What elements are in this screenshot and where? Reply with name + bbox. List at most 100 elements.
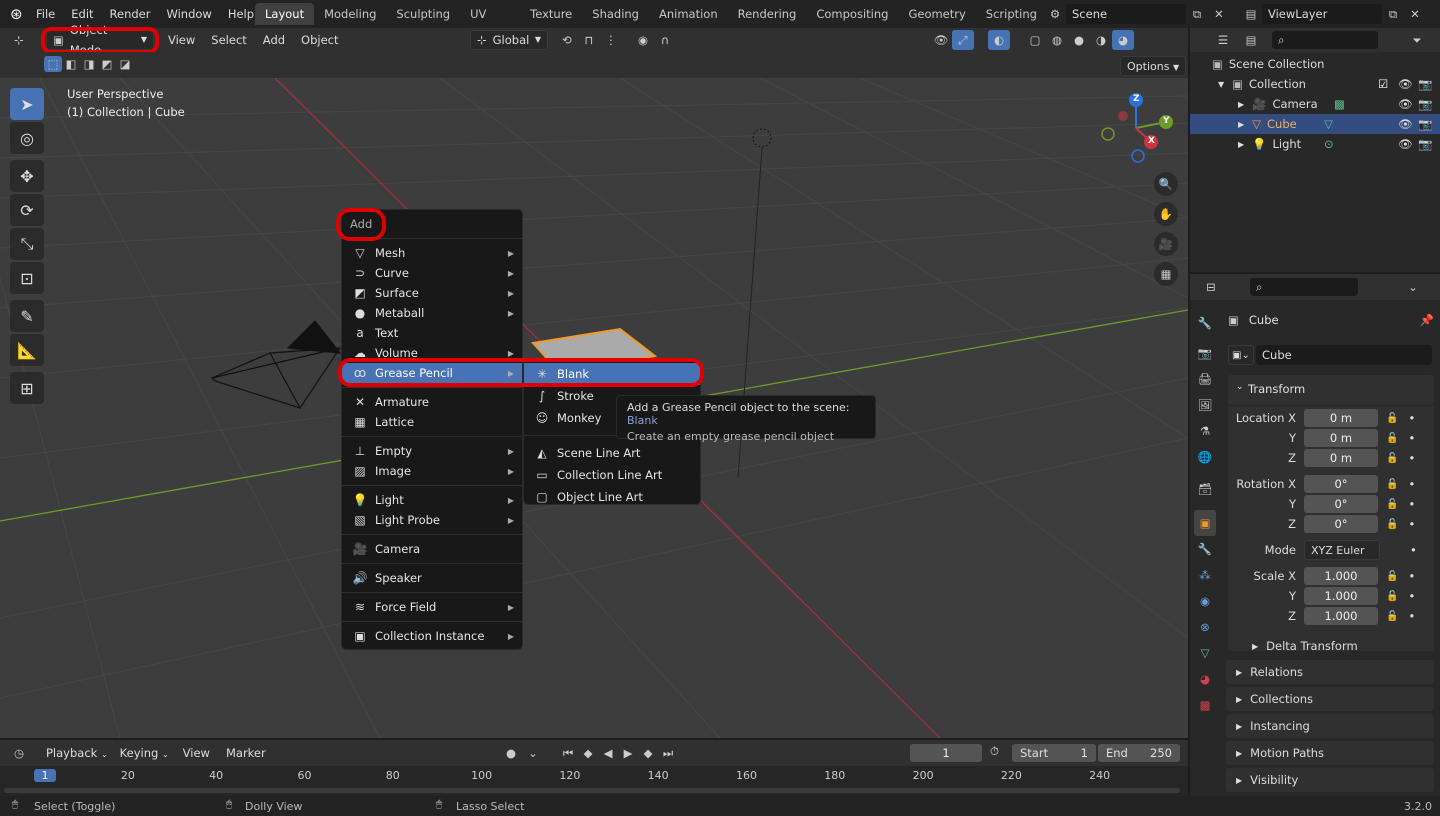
lock-icon[interactable]: 🔓	[1386, 499, 1398, 510]
scene-tab-icon[interactable]: ⚗	[1194, 418, 1216, 444]
menu-item-lattice[interactable]: ▦ Lattice	[342, 412, 522, 432]
view-layer-tab-icon[interactable]: 🖼	[1194, 392, 1216, 418]
menu-item-metaball[interactable]: ● Metaball ▶	[342, 303, 522, 323]
gizmo-icon[interactable]: ⤢	[952, 30, 974, 50]
menu-item-surface[interactable]: ◩ Surface ▶	[342, 283, 522, 303]
move-tool-icon[interactable]: ✥	[10, 160, 44, 192]
tab-uv-editing[interactable]: UV Editing	[460, 3, 520, 25]
keyframe-dot-icon[interactable]: •	[1408, 431, 1415, 445]
keyframe-dot-icon[interactable]: •	[1408, 609, 1415, 623]
exclude-checkbox[interactable]: ☑	[1378, 77, 1388, 91]
relations-panel-header[interactable]: ▶ Relations	[1226, 660, 1434, 684]
delete-scene-icon[interactable]: ✕	[1208, 4, 1230, 24]
end-frame-field[interactable]: End 250	[1098, 744, 1180, 762]
properties-type-icon[interactable]: ⊟	[1200, 277, 1222, 297]
tab-geometry-nodes[interactable]: Geometry Nodes	[898, 3, 975, 25]
falloff-icon[interactable]: ∩	[654, 30, 676, 50]
pan-hand-icon[interactable]: ✋	[1154, 202, 1178, 226]
zoom-icon[interactable]: 🔍	[1154, 172, 1178, 196]
eye-icon[interactable]: 👁	[1398, 117, 1413, 131]
rotation-z-field[interactable]: 0°	[1304, 515, 1378, 533]
tab-animation[interactable]: Animation	[649, 3, 728, 25]
menu-item-mesh[interactable]: ▽ Mesh ▶	[342, 243, 522, 263]
view-layer-icon[interactable]: ▤	[1240, 4, 1262, 24]
tool-tab-icon[interactable]: 🔧	[1194, 310, 1216, 336]
menu-object[interactable]: Object	[293, 30, 346, 50]
prev-keyframe-icon[interactable]: ◆	[578, 743, 598, 763]
keyframe-dot-icon[interactable]: •	[1408, 589, 1415, 603]
lock-icon[interactable]: 🔓	[1386, 413, 1398, 424]
keyframe-dot-icon[interactable]: •	[1410, 543, 1417, 557]
outliner-search-input[interactable]: ⌕	[1272, 31, 1378, 49]
filter-icon[interactable]: ⏷	[1406, 30, 1428, 50]
next-keyframe-icon[interactable]: ◆	[638, 743, 658, 763]
camera-view-icon[interactable]: 🎥	[1154, 232, 1178, 256]
select-subtract-icon[interactable]: ◨	[80, 56, 98, 72]
menu-select[interactable]: Select	[203, 30, 254, 50]
lock-icon[interactable]: 🔓	[1386, 453, 1398, 464]
outliner-item-camera[interactable]: ▶ 🎥 Camera ▩ 👁 📷	[1190, 94, 1440, 114]
menu-add[interactable]: Add	[255, 30, 293, 50]
lock-icon[interactable]: 🔓	[1386, 571, 1398, 582]
location-x-field[interactable]: 0 m	[1304, 409, 1378, 427]
snap-target-icon[interactable]: ⋮	[600, 30, 622, 50]
perspective-toggle-icon[interactable]: ▦	[1154, 262, 1178, 286]
render-tab-icon[interactable]: 📷	[1194, 340, 1216, 366]
rotation-x-field[interactable]: 0°	[1304, 475, 1378, 493]
collection-tab-icon[interactable]: 🗃	[1194, 476, 1216, 502]
select-intersect-icon[interactable]: ◪	[116, 56, 134, 72]
menu-item-image[interactable]: ▨ Image ▶	[342, 461, 522, 481]
wireframe-shading-icon[interactable]: ◍	[1046, 30, 1068, 50]
tab-scripting[interactable]: Scripting	[976, 3, 1037, 25]
transform-orientation-dropdown[interactable]: ⊹ Global ▼	[470, 30, 548, 50]
rotation-mode-dropdown[interactable]: XYZ Euler ⌄	[1304, 540, 1380, 576]
playback-menu[interactable]: Playback ⌄	[40, 743, 114, 763]
scene-field[interactable]: Scene	[1066, 4, 1186, 24]
rendered-shading-icon[interactable]: ◕	[1112, 30, 1134, 50]
keying-menu[interactable]: Keying ⌄	[113, 743, 175, 763]
outliner-item-light[interactable]: ▶ 💡 Light ⊙ 👁 📷	[1190, 134, 1440, 154]
location-y-field[interactable]: 0 m	[1304, 429, 1378, 447]
menu-item-collection-instance[interactable]: ▣ Collection Instance ▶	[342, 626, 522, 646]
scale-tool-icon[interactable]: ⤡	[10, 228, 44, 260]
measure-tool-icon[interactable]: 📐	[10, 334, 44, 366]
lock-icon[interactable]: 🔓	[1386, 611, 1398, 622]
scene-icon[interactable]: ⚙	[1044, 4, 1066, 24]
render-camera-icon[interactable]: 📷	[1418, 137, 1432, 151]
select-invert-icon[interactable]: ◩	[98, 56, 116, 72]
timeline-view-menu[interactable]: View	[175, 743, 218, 763]
object-tab-icon[interactable]: ▣	[1194, 510, 1216, 536]
rotate-tool-icon[interactable]: ⟳	[10, 194, 44, 226]
delta-transform-header[interactable]: ▶ Delta Transform	[1228, 636, 1434, 656]
keyframe-dot-icon[interactable]: •	[1408, 497, 1415, 511]
output-tab-icon[interactable]: 🖨	[1194, 366, 1216, 392]
new-view-layer-icon[interactable]: ⧉	[1382, 4, 1404, 24]
record-icon[interactable]: ●	[500, 743, 522, 763]
menu-item-curve[interactable]: ⊃ Curve ▶	[342, 263, 522, 283]
editor-type-button[interactable]: ⊹	[8, 30, 30, 50]
timeline-type-icon[interactable]: ◷	[8, 743, 30, 763]
select-new-icon[interactable]: ⬚	[44, 56, 62, 72]
tab-shading[interactable]: Shading	[582, 3, 649, 25]
render-camera-icon[interactable]: 📷	[1418, 77, 1432, 91]
menu-item-light[interactable]: 💡 Light ▶	[342, 490, 522, 510]
marker-menu[interactable]: Marker	[218, 743, 274, 763]
snap-icon[interactable]: ⊓	[578, 30, 600, 50]
solid-shading-icon[interactable]: ●	[1068, 30, 1090, 50]
new-scene-icon[interactable]: ⧉	[1186, 4, 1208, 24]
modifier-tab-icon[interactable]: 🔧	[1194, 536, 1216, 562]
instancing-panel-header[interactable]: ▶ Instancing	[1226, 714, 1434, 738]
lock-icon[interactable]: 🔓	[1386, 433, 1398, 444]
transform-panel-header[interactable]: ⌄ Transform	[1228, 375, 1434, 405]
render-camera-icon[interactable]: 📷	[1418, 117, 1432, 131]
menu-view[interactable]: View	[160, 30, 203, 50]
material-shading-icon[interactable]: ◑	[1090, 30, 1112, 50]
tab-rendering[interactable]: Rendering	[728, 3, 807, 25]
lock-icon[interactable]: 🔓	[1386, 591, 1398, 602]
data-block-type-dropdown[interactable]: ▣⌄	[1228, 345, 1254, 365]
proportional-edit-icon[interactable]: ◉	[632, 30, 654, 50]
menu-item-force-field[interactable]: ≋ Force Field ▶	[342, 597, 522, 617]
submenu-item-scene-line-art[interactable]: ◭ Scene Line Art	[524, 442, 700, 464]
pivot-icon[interactable]: ⟲	[556, 30, 578, 50]
lock-icon[interactable]: 🔓	[1386, 519, 1398, 530]
